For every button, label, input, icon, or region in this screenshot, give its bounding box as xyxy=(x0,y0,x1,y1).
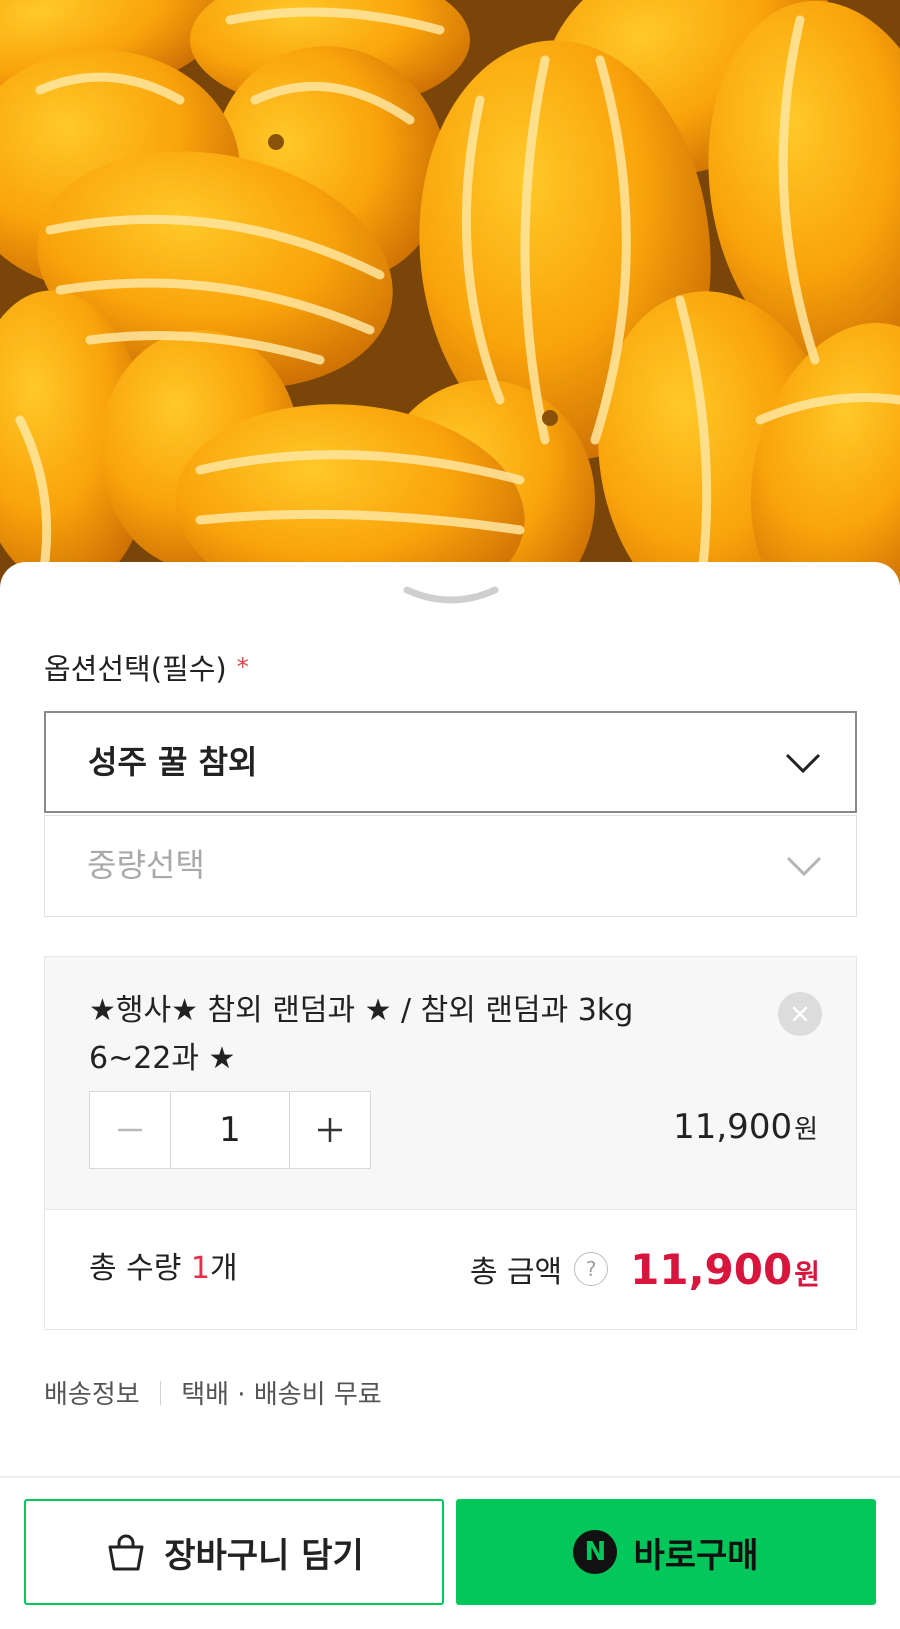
add-to-cart-label: 장바구니 담기 xyxy=(164,1535,364,1576)
chevron-down-icon xyxy=(786,856,822,877)
add-to-cart-button[interactable]: 장바구니 담기 xyxy=(24,1499,444,1605)
total-amount-value: 11,900 xyxy=(630,1244,793,1294)
quantity-decrease-button[interactable] xyxy=(90,1092,170,1168)
buy-now-button[interactable]: N 바로구매 xyxy=(456,1499,876,1605)
item-price-value: 11,900 xyxy=(673,1107,793,1147)
product-image xyxy=(0,0,900,600)
sheet-collapse-handle-icon[interactable] xyxy=(401,580,501,610)
total-amount-price: 11,900원 xyxy=(630,1245,820,1294)
selected-item-name: ★행사★ 참외 랜덤과 ★ / 참외 랜덤과 3kg 6~22과 ★ xyxy=(89,993,634,1076)
selected-item-card: ★행사★ 참외 랜덤과 ★ / 참외 랜덤과 3kg 6~22과 ★ 1 11,… xyxy=(44,956,857,1209)
shipping-info: 배송정보 택배 · 배송비 무료 xyxy=(44,1374,382,1411)
quantity-stepper: 1 xyxy=(89,1091,371,1169)
quantity-increase-button[interactable] xyxy=(290,1092,370,1168)
total-quantity: 총 수량 1개 xyxy=(89,1210,238,1328)
option-title-text: 옵션선택(필수) xyxy=(44,652,227,686)
option-select-product[interactable]: 성주 꿀 참외 xyxy=(44,711,857,813)
total-amount: 총 금액 ? 11,900원 xyxy=(470,1210,820,1328)
option-select-weight-placeholder: 중량선택 xyxy=(87,846,205,884)
total-amount-label: 총 금액 xyxy=(469,1255,563,1290)
plus-icon xyxy=(318,1118,342,1142)
minus-icon xyxy=(118,1128,142,1132)
option-select-weight[interactable]: 중량선택 xyxy=(44,815,857,917)
melon-photo xyxy=(0,0,900,600)
remove-item-button[interactable] xyxy=(778,992,822,1036)
total-quantity-value: 1 xyxy=(190,1251,210,1286)
shipping-divider xyxy=(159,1380,162,1405)
naver-pay-icon: N xyxy=(573,1530,618,1574)
shipping-label: 배송정보 xyxy=(44,1380,140,1410)
shopping-bag-icon xyxy=(104,1530,148,1574)
buy-now-label: 바로구매 xyxy=(633,1535,759,1576)
option-select-product-value: 성주 꿀 참외 xyxy=(88,743,258,781)
order-total-row: 총 수량 1개 총 금액 ? 11,900원 xyxy=(44,1209,857,1330)
option-sheet: 옵션선택(필수) * 성주 꿀 참외 중량선택 ★행사★ 참외 랜덤과 ★ / 참… xyxy=(0,562,900,1629)
quantity-input[interactable]: 1 xyxy=(170,1092,290,1168)
item-price-currency: 원 xyxy=(794,1115,818,1145)
selected-item-price: 11,900원 xyxy=(673,1107,818,1147)
shipping-value: 택배 · 배송비 무료 xyxy=(181,1380,382,1410)
required-mark: * xyxy=(236,653,249,681)
close-icon xyxy=(792,1006,808,1022)
chevron-down-icon xyxy=(785,753,821,774)
option-section-title: 옵션선택(필수) * xyxy=(44,646,249,688)
total-quantity-unit: 개 xyxy=(209,1251,238,1286)
total-quantity-label: 총 수량 xyxy=(89,1251,182,1286)
total-amount-currency: 원 xyxy=(794,1257,820,1291)
help-icon[interactable]: ? xyxy=(574,1252,609,1286)
bottom-divider xyxy=(0,1476,900,1478)
